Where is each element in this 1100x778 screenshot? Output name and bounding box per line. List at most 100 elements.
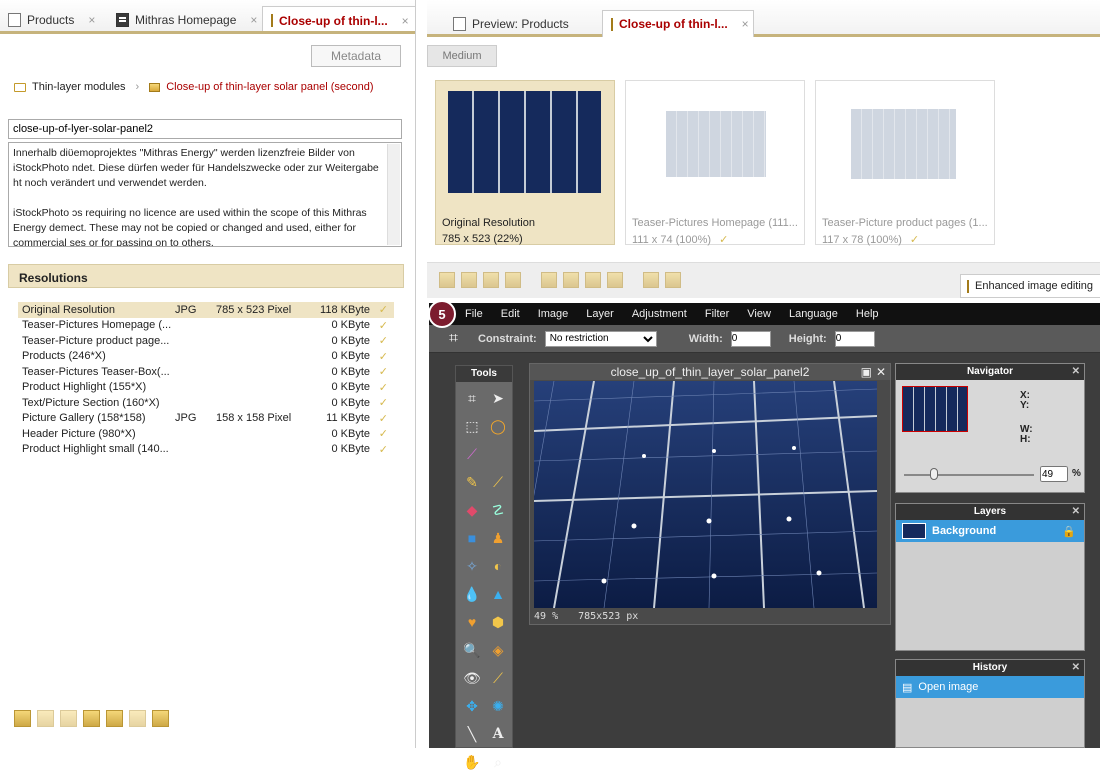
width-input[interactable] [730, 330, 771, 347]
text-icon[interactable]: A [488, 724, 508, 744]
resolution-row[interactable]: Products (246*X) 0 KByte ✓ [18, 349, 394, 365]
copy-icon[interactable] [483, 272, 499, 288]
menu-language[interactable]: Language [789, 308, 838, 320]
thumbnail-original[interactable]: Original Resolution 785 x 523 (22%) [435, 80, 615, 245]
menu-adjustment[interactable]: Adjustment [632, 308, 687, 320]
resolution-row[interactable]: Product Highlight (155*X) 0 KByte ✓ [18, 380, 394, 396]
navigator-panel: Navigator✕ X: Y: W: H: % [895, 363, 1085, 493]
check-icon[interactable] [37, 710, 54, 727]
pencil-icon[interactable]: ✎ [462, 472, 482, 492]
check-icon[interactable] [461, 272, 477, 288]
close-icon[interactable]: × [88, 13, 95, 27]
marquee-icon[interactable]: ⬚ [462, 416, 482, 436]
height-input[interactable] [834, 330, 875, 347]
flip-icon[interactable] [665, 272, 681, 288]
resolution-row[interactable]: Picture Gallery (158*158) JPG 158 x 158 Pi… [18, 411, 394, 427]
menu-layer[interactable]: Layer [586, 308, 614, 320]
bandaid-icon[interactable]: ⟋ [488, 668, 508, 688]
eraser-icon[interactable]: ◆ [462, 500, 482, 520]
menu-view[interactable]: View [747, 308, 771, 320]
navigator-thumbnail[interactable] [902, 386, 968, 432]
layer-row[interactable]: Background 🔒 [896, 520, 1084, 542]
tab-close-up[interactable]: Close-up of thin-l... × [262, 6, 415, 31]
zoom-slider[interactable] [904, 474, 1034, 476]
medium-button[interactable]: Medium [427, 45, 497, 67]
close-icon[interactable]: ✕ [876, 364, 886, 380]
close-icon[interactable]: ✕ [1072, 504, 1080, 520]
magnifier-icon[interactable]: ⌕ [488, 752, 508, 772]
metadata-button[interactable]: Metadata [311, 45, 401, 67]
lasso-icon[interactable]: ◯ [488, 416, 508, 436]
download-icon[interactable] [152, 710, 169, 727]
tab-preview-products[interactable]: Preview: Products [445, 10, 577, 37]
zoom-icon[interactable]: 🔍 [462, 640, 482, 660]
close-icon[interactable]: ✕ [1072, 364, 1080, 380]
move-icon[interactable] [14, 710, 31, 727]
resolution-row[interactable]: Teaser-Pictures Teaser-Box(... 0 KByte ✓ [18, 364, 394, 380]
close-icon[interactable]: ✕ [1072, 660, 1080, 676]
upload-icon[interactable] [129, 710, 146, 727]
tab-products[interactable]: Products × [0, 6, 103, 31]
brush-icon[interactable]: ⟋ [488, 472, 508, 492]
menu-file[interactable]: File [465, 308, 483, 320]
redo-icon[interactable] [563, 272, 579, 288]
preview-icon [453, 16, 466, 31]
edit-icon[interactable] [439, 272, 455, 288]
zoom-readout[interactable]: 49 % [534, 611, 558, 622]
hand-icon[interactable]: ✋ [462, 752, 482, 772]
crop-icon[interactable] [585, 272, 601, 288]
resolution-row[interactable]: Original Resolution JPG 785 x 523 Pixel 118… [18, 302, 394, 318]
resolution-row[interactable]: Header Picture (980*X) 0 KByte ✓ [18, 426, 394, 442]
fill-icon[interactable]: ◈ [488, 640, 508, 660]
delete-icon[interactable] [505, 272, 521, 288]
redeye-icon[interactable]: 👁 [462, 668, 482, 688]
thumbnail-teaser-homepage[interactable]: Teaser-Pictures Homepage (111... 111 x 7… [625, 80, 805, 246]
sharpen-icon[interactable]: ✧ [462, 556, 482, 576]
constraint-select[interactable]: No restriction [544, 330, 657, 347]
shape-icon[interactable]: ⬢ [488, 612, 508, 632]
bloat-icon[interactable]: ✺ [488, 696, 508, 716]
name-field[interactable] [8, 119, 402, 139]
resize-icon[interactable] [607, 272, 623, 288]
gradient-icon[interactable]: ■ [462, 528, 482, 548]
menu-edit[interactable]: Edit [501, 308, 520, 320]
menu-image[interactable]: Image [538, 308, 569, 320]
description-textarea[interactable]: Innerhalb diϋemoprojektes "Mithras Energ… [8, 142, 402, 247]
thumbnail-teaser-product[interactable]: Teaser-Picture product pages (1... 117 x… [815, 80, 995, 246]
enhanced-image-editing-tab[interactable]: Enhanced image editing × [960, 274, 1100, 298]
smudge-icon[interactable]: ☡ [488, 500, 508, 520]
stamp-icon[interactable]: ♟ [488, 528, 508, 548]
breadcrumb-folder[interactable]: Thin-layer modules [32, 81, 126, 93]
resolution-row[interactable]: Text/Picture Section (160*X) 0 KByte ✓ [18, 395, 394, 411]
wand-icon[interactable]: ⟋ [462, 444, 482, 464]
bucket-icon[interactable]: ♥ [462, 612, 482, 632]
scrollbar[interactable] [387, 144, 400, 245]
menu-help[interactable]: Help [856, 308, 879, 320]
menu-filter[interactable]: Filter [705, 308, 729, 320]
dodge-icon[interactable]: ◐ [488, 556, 508, 576]
triangle-icon[interactable]: ▲ [488, 584, 508, 604]
resolution-row[interactable]: Teaser-Pictures Homepage (... 0 KByte ✓ [18, 318, 394, 334]
move-icon[interactable]: ➤ [488, 388, 508, 408]
resolution-row[interactable]: Teaser-Picture product page... 0 KByte ✓ [18, 333, 394, 349]
undo-icon[interactable] [541, 272, 557, 288]
delete-icon[interactable] [60, 710, 77, 727]
drop-icon[interactable]: 💧 [462, 584, 482, 604]
canvas-image[interactable] [534, 381, 877, 608]
nav-zoom-input[interactable] [1040, 466, 1068, 482]
zoom-slider-handle[interactable] [930, 468, 938, 480]
close-icon[interactable]: × [250, 13, 257, 27]
rotate-icon[interactable] [643, 272, 659, 288]
tab-mithras-homepage[interactable]: Mithras Homepage × [108, 6, 265, 31]
pinch-icon[interactable]: ✥ [462, 696, 482, 716]
maximize-icon[interactable]: ▣ [861, 364, 872, 380]
edit-icon[interactable] [83, 710, 100, 727]
export-icon[interactable] [106, 710, 123, 727]
crop-icon[interactable]: ⌗ [462, 388, 482, 408]
close-icon[interactable]: × [402, 14, 409, 28]
close-icon[interactable]: × [742, 17, 749, 31]
line-icon[interactable]: ╲ [462, 724, 482, 744]
tab-close-up-right[interactable]: Close-up of thin-l... × [602, 10, 754, 37]
resolution-row[interactable]: Product Highlight small (140... 0 KByte ✓ [18, 442, 394, 458]
history-item[interactable]: ▤ Open image [896, 676, 1084, 698]
